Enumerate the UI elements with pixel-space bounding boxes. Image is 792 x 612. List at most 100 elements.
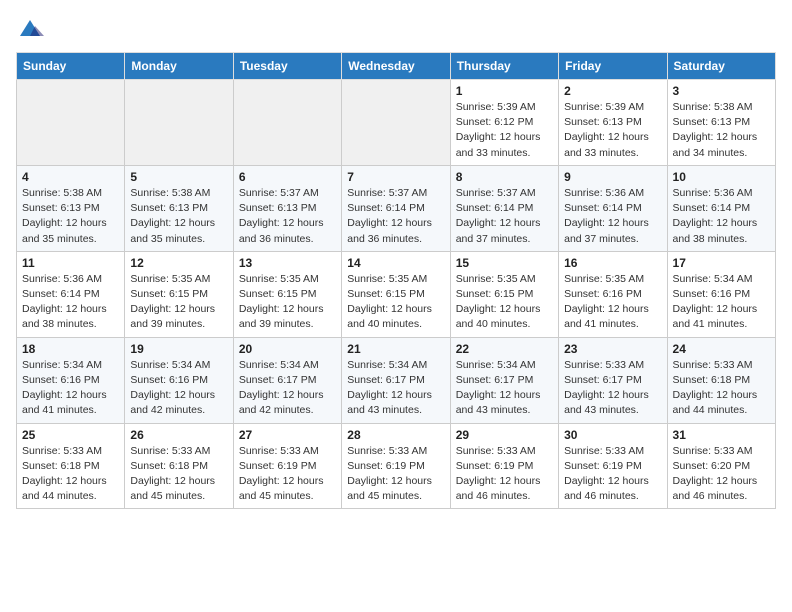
day-info: Sunrise: 5:36 AMSunset: 6:14 PMDaylight:… — [564, 186, 661, 247]
day-number: 28 — [347, 428, 444, 442]
day-number: 14 — [347, 256, 444, 270]
day-info: Sunrise: 5:39 AMSunset: 6:12 PMDaylight:… — [456, 100, 553, 161]
calendar-cell — [342, 80, 450, 166]
day-info: Sunrise: 5:35 AMSunset: 6:16 PMDaylight:… — [564, 272, 661, 333]
logo-icon — [16, 16, 44, 44]
day-number: 30 — [564, 428, 661, 442]
day-info: Sunrise: 5:35 AMSunset: 6:15 PMDaylight:… — [347, 272, 444, 333]
day-info: Sunrise: 5:34 AMSunset: 6:17 PMDaylight:… — [239, 358, 336, 419]
calendar-cell: 5 Sunrise: 5:38 AMSunset: 6:13 PMDaylight… — [125, 165, 233, 251]
day-number: 24 — [673, 342, 770, 356]
day-number: 23 — [564, 342, 661, 356]
calendar-cell: 16 Sunrise: 5:35 AMSunset: 6:16 PMDayligh… — [559, 251, 667, 337]
calendar-week-row: 4 Sunrise: 5:38 AMSunset: 6:13 PMDaylight… — [17, 165, 776, 251]
day-info: Sunrise: 5:35 AMSunset: 6:15 PMDaylight:… — [239, 272, 336, 333]
calendar-cell: 22Sunrise: 5:34 AMSunset: 6:17 PMDayligh… — [450, 337, 558, 423]
calendar-cell: 2 Sunrise: 5:39 AMSunset: 6:13 PMDaylight… — [559, 80, 667, 166]
calendar-cell — [17, 80, 125, 166]
day-number: 1 — [456, 84, 553, 98]
day-number: 17 — [673, 256, 770, 270]
calendar-cell: 13 Sunrise: 5:35 AMSunset: 6:15 PMDayligh… — [233, 251, 341, 337]
calendar-cell: 1 Sunrise: 5:39 AMSunset: 6:12 PMDaylight… — [450, 80, 558, 166]
calendar-week-row: 1 Sunrise: 5:39 AMSunset: 6:12 PMDaylight… — [17, 80, 776, 166]
day-info: Sunrise: 5:37 AMSunset: 6:14 PMDaylight:… — [347, 186, 444, 247]
calendar-cell: 8Sunrise: 5:37 AMSunset: 6:14 PMDaylight… — [450, 165, 558, 251]
day-info: Sunrise: 5:33 AMSunset: 6:17 PMDaylight:… — [564, 358, 661, 419]
calendar-cell: 19 Sunrise: 5:34 AMSunset: 6:16 PMDayligh… — [125, 337, 233, 423]
day-number: 29 — [456, 428, 553, 442]
day-number: 10 — [673, 170, 770, 184]
day-number: 4 — [22, 170, 119, 184]
day-number: 8 — [456, 170, 553, 184]
day-info: Sunrise: 5:33 AMSunset: 6:18 PMDaylight:… — [673, 358, 770, 419]
calendar-cell: 6Sunrise: 5:37 AMSunset: 6:13 PMDaylight… — [233, 165, 341, 251]
weekday-header: Wednesday — [342, 53, 450, 80]
calendar-cell: 21 Sunrise: 5:34 AMSunset: 6:17 PMDayligh… — [342, 337, 450, 423]
calendar-cell: 12 Sunrise: 5:35 AMSunset: 6:15 PMDayligh… — [125, 251, 233, 337]
calendar-cell: 28 Sunrise: 5:33 AMSunset: 6:19 PMDayligh… — [342, 423, 450, 509]
day-number: 12 — [130, 256, 227, 270]
day-info: Sunrise: 5:35 AMSunset: 6:15 PMDaylight:… — [456, 272, 553, 333]
day-info: Sunrise: 5:38 AMSunset: 6:13 PMDaylight:… — [673, 100, 770, 161]
calendar-week-row: 18 Sunrise: 5:34 AMSunset: 6:16 PMDayligh… — [17, 337, 776, 423]
day-number: 6 — [239, 170, 336, 184]
day-info: Sunrise: 5:33 AMSunset: 6:19 PMDaylight:… — [564, 444, 661, 505]
calendar-cell — [233, 80, 341, 166]
day-number: 20 — [239, 342, 336, 356]
day-number: 21 — [347, 342, 444, 356]
day-info: Sunrise: 5:38 AMSunset: 6:13 PMDaylight:… — [22, 186, 119, 247]
calendar-cell: 20 Sunrise: 5:34 AMSunset: 6:17 PMDayligh… — [233, 337, 341, 423]
day-number: 26 — [130, 428, 227, 442]
day-number: 15 — [456, 256, 553, 270]
day-info: Sunrise: 5:34 AMSunset: 6:16 PMDaylight:… — [673, 272, 770, 333]
calendar-cell: 29 Sunrise: 5:33 AMSunset: 6:19 PMDayligh… — [450, 423, 558, 509]
weekday-header: Tuesday — [233, 53, 341, 80]
day-info: Sunrise: 5:34 AMSunset: 6:16 PMDaylight:… — [130, 358, 227, 419]
calendar-cell: 7Sunrise: 5:37 AMSunset: 6:14 PMDaylight… — [342, 165, 450, 251]
calendar-cell: 15 Sunrise: 5:35 AMSunset: 6:15 PMDayligh… — [450, 251, 558, 337]
weekday-header: Monday — [125, 53, 233, 80]
day-info: Sunrise: 5:39 AMSunset: 6:13 PMDaylight:… — [564, 100, 661, 161]
calendar-cell: 27 Sunrise: 5:33 AMSunset: 6:19 PMDayligh… — [233, 423, 341, 509]
day-info: Sunrise: 5:33 AMSunset: 6:19 PMDaylight:… — [347, 444, 444, 505]
day-number: 11 — [22, 256, 119, 270]
calendar-week-row: 25 Sunrise: 5:33 AMSunset: 6:18 PMDayligh… — [17, 423, 776, 509]
weekday-header: Thursday — [450, 53, 558, 80]
day-info: Sunrise: 5:35 AMSunset: 6:15 PMDaylight:… — [130, 272, 227, 333]
calendar-cell: 10Sunrise: 5:36 AMSunset: 6:14 PMDayligh… — [667, 165, 775, 251]
calendar-header: SundayMondayTuesdayWednesdayThursdayFrid… — [17, 53, 776, 80]
day-info: Sunrise: 5:34 AMSunset: 6:17 PMDaylight:… — [456, 358, 553, 419]
day-number: 13 — [239, 256, 336, 270]
day-info: Sunrise: 5:33 AMSunset: 6:19 PMDaylight:… — [239, 444, 336, 505]
day-info: Sunrise: 5:36 AMSunset: 6:14 PMDaylight:… — [22, 272, 119, 333]
day-number: 16 — [564, 256, 661, 270]
day-info: Sunrise: 5:34 AMSunset: 6:16 PMDaylight:… — [22, 358, 119, 419]
weekday-header: Friday — [559, 53, 667, 80]
day-number: 27 — [239, 428, 336, 442]
day-number: 5 — [130, 170, 227, 184]
calendar-cell: 18 Sunrise: 5:34 AMSunset: 6:16 PMDayligh… — [17, 337, 125, 423]
day-info: Sunrise: 5:33 AMSunset: 6:20 PMDaylight:… — [673, 444, 770, 505]
calendar-cell: 4 Sunrise: 5:38 AMSunset: 6:13 PMDaylight… — [17, 165, 125, 251]
calendar-cell: 3Sunrise: 5:38 AMSunset: 6:13 PMDaylight… — [667, 80, 775, 166]
calendar-cell: 23 Sunrise: 5:33 AMSunset: 6:17 PMDayligh… — [559, 337, 667, 423]
weekday-header: Saturday — [667, 53, 775, 80]
day-number: 9 — [564, 170, 661, 184]
day-number: 19 — [130, 342, 227, 356]
day-info: Sunrise: 5:33 AMSunset: 6:18 PMDaylight:… — [22, 444, 119, 505]
calendar-table: SundayMondayTuesdayWednesdayThursdayFrid… — [16, 52, 776, 509]
day-number: 2 — [564, 84, 661, 98]
calendar-cell: 9 Sunrise: 5:36 AMSunset: 6:14 PMDaylight… — [559, 165, 667, 251]
day-info: Sunrise: 5:34 AMSunset: 6:17 PMDaylight:… — [347, 358, 444, 419]
calendar-cell: 14 Sunrise: 5:35 AMSunset: 6:15 PMDayligh… — [342, 251, 450, 337]
calendar-cell: 17 Sunrise: 5:34 AMSunset: 6:16 PMDayligh… — [667, 251, 775, 337]
calendar-cell: 26Sunrise: 5:33 AMSunset: 6:18 PMDayligh… — [125, 423, 233, 509]
day-number: 18 — [22, 342, 119, 356]
day-info: Sunrise: 5:33 AMSunset: 6:19 PMDaylight:… — [456, 444, 553, 505]
logo — [16, 16, 46, 44]
calendar-week-row: 11 Sunrise: 5:36 AMSunset: 6:14 PMDayligh… — [17, 251, 776, 337]
calendar-cell: 24 Sunrise: 5:33 AMSunset: 6:18 PMDayligh… — [667, 337, 775, 423]
weekday-header: Sunday — [17, 53, 125, 80]
day-number: 25 — [22, 428, 119, 442]
day-info: Sunrise: 5:38 AMSunset: 6:13 PMDaylight:… — [130, 186, 227, 247]
